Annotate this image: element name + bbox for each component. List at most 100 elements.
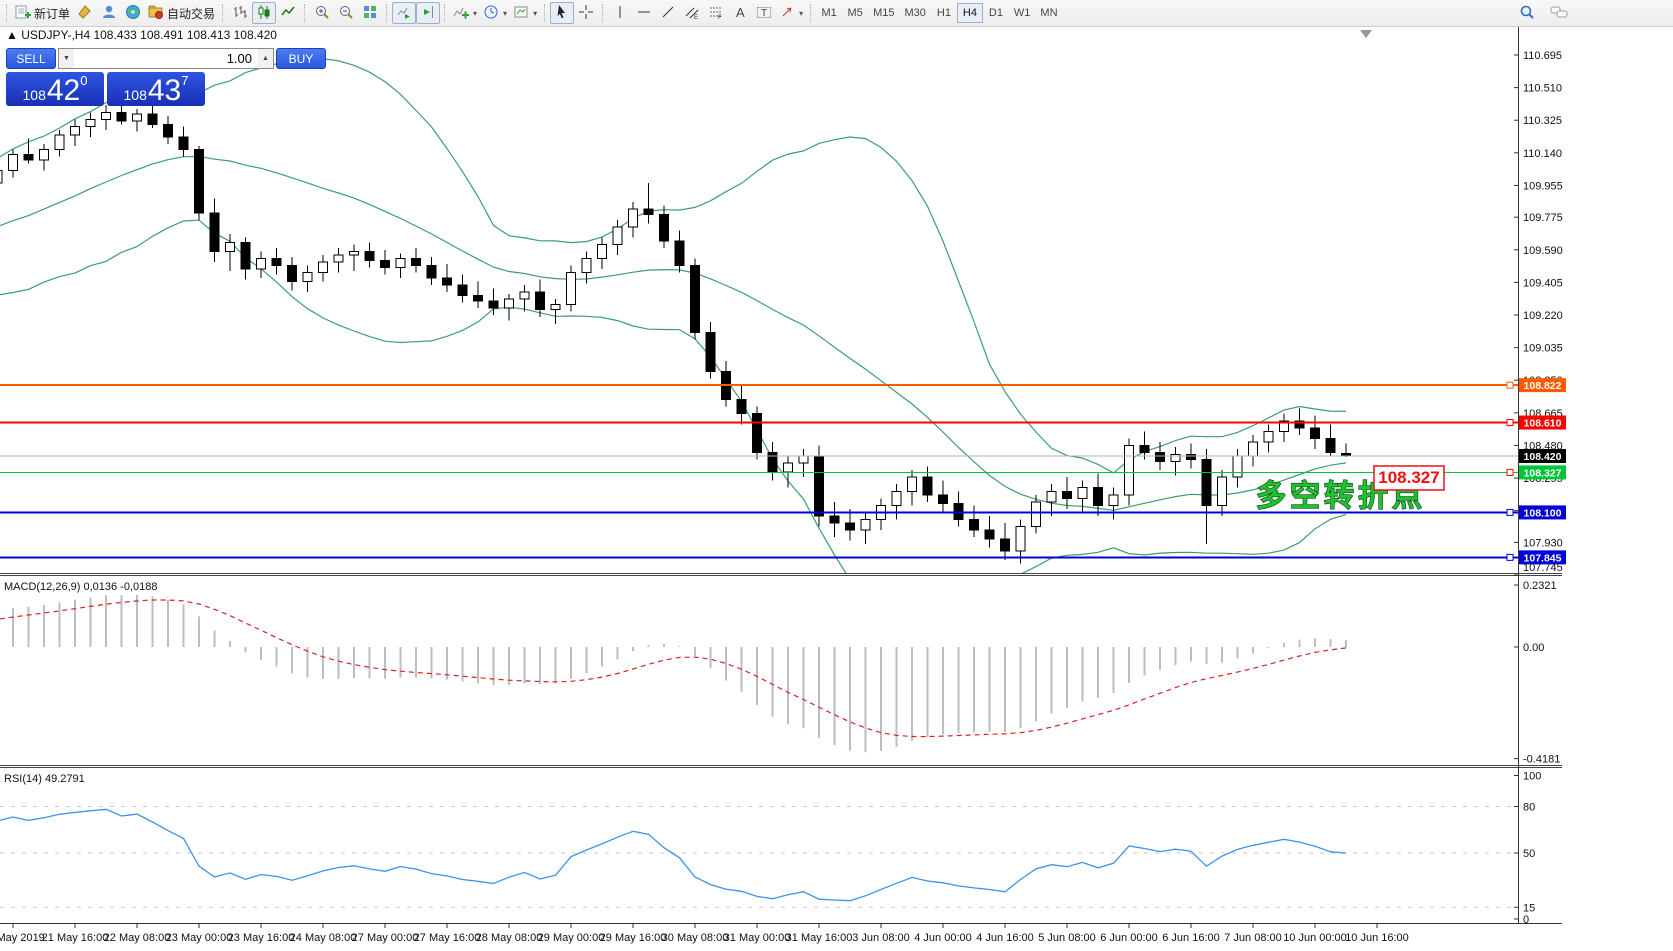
fibonacci-button[interactable]: F [704,2,728,24]
trendline-button[interactable] [656,2,680,24]
bar-chart-button[interactable] [228,2,252,24]
vertical-line-button[interactable] [608,2,632,24]
toolbar-separator [386,4,388,22]
price-tick-label: 109.590 [1523,245,1563,257]
toolbar-separator [444,4,446,22]
volume-up-button[interactable]: ▲ [258,49,273,68]
horizontal-line-icon [636,4,652,23]
crosshair-icon [578,4,594,23]
chat-icon [1550,4,1568,23]
time-tick-label: 21 May 2019 [0,932,45,944]
sell-price-prefix: 108 [23,86,46,105]
zoom-out-button[interactable] [334,2,358,24]
crosshair-button[interactable] [574,2,598,24]
chart-shift-icon [420,4,436,23]
trendline-icon [660,4,676,23]
line-chart-icon [280,4,296,23]
time-tick-label: 29 May 16:00 [600,932,667,944]
time-tick-label: 31 May 00:00 [724,932,791,944]
timeframe-m15[interactable]: M15 [868,3,899,23]
price-tick-label: 110.325 [1523,115,1562,127]
channel-button[interactable]: E [680,2,704,24]
timeframe-d1[interactable]: D1 [983,3,1009,23]
time-tick-label: 21 May 16:00 [42,932,109,944]
time-tick-label: 27 May 00:00 [352,932,419,944]
time-tick-label: 24 May 08:00 [290,932,357,944]
search-button[interactable] [1515,2,1539,24]
volume-input[interactable] [74,49,258,68]
templates-button[interactable]: ▾ [510,2,540,24]
volume-down-button[interactable]: ▼ [59,49,74,68]
time-tick-label: 3 Jun 08:00 [852,932,910,944]
timeframe-m30[interactable]: M30 [900,3,931,23]
price-tick-label: 110.140 [1523,148,1562,160]
price-badge-label: 108.610 [1524,418,1562,430]
signal-button[interactable] [121,2,145,24]
toolbar-separator [222,4,224,22]
zoom-in-icon [314,4,330,23]
arrows-button[interactable]: ▾ [776,2,806,24]
time-tick-label: 4 Jun 00:00 [914,932,972,944]
line-chart-button[interactable] [276,2,300,24]
chevron-down-icon: ▾ [473,9,477,18]
arrows-icon [779,4,795,23]
timeframe-mn[interactable]: MN [1035,3,1062,23]
timeframe-m1[interactable]: M1 [816,3,842,23]
price-tick-label: 110.510 [1523,83,1562,95]
buy-price-box[interactable]: 108 43 7 [107,72,205,106]
cursor-icon [554,4,570,23]
cursor-button[interactable] [550,2,574,24]
auto-scroll-button[interactable] [392,2,416,24]
sell-price-sup: 0 [80,73,87,88]
mt4-window: 新订单 自动交易 ▾ ▾ ▾ [0,0,1673,951]
toolbar-separator [544,4,546,22]
sell-button[interactable]: SELL [6,48,56,69]
chart-shift-button[interactable] [416,2,440,24]
new-order-button[interactable]: 新订单 [12,2,73,24]
buy-button[interactable]: BUY [276,48,326,69]
svg-text:T: T [761,8,767,19]
timeframe-h4[interactable]: H4 [957,3,983,23]
chat-button[interactable] [1547,2,1571,24]
auto-trading-button[interactable]: 自动交易 [145,2,218,24]
time-tick-label: 6 Jun 16:00 [1162,932,1220,944]
timeframe-m5[interactable]: M5 [842,3,868,23]
price-tick-label: 109.035 [1523,343,1563,355]
metaquotes-button[interactable] [73,2,97,24]
price-badge-label: 108.420 [1524,451,1562,463]
zoom-in-button[interactable] [310,2,334,24]
text-label-icon: T [756,4,772,23]
toolbar-separator [810,4,812,22]
chevron-down-icon: ▾ [799,9,803,18]
rsi-tick-label: 100 [1523,771,1541,783]
chart-canvas[interactable]: 110.695110.510110.325110.140109.955109.7… [0,0,1673,951]
time-tick-label: 31 May 16:00 [786,932,853,944]
price-tick-label: 107.930 [1523,537,1563,549]
price-tick-label: 110.695 [1523,50,1562,62]
profile-button[interactable] [97,2,121,24]
candlestick-chart-button[interactable] [252,2,276,24]
tile-windows-button[interactable] [358,2,382,24]
toolbar: 新订单 自动交易 ▾ ▾ ▾ [0,0,1673,27]
sell-price-big: 42 [47,76,80,105]
label-button[interactable]: T [752,2,776,24]
volume-stepper: ▼ ▲ [58,48,274,69]
ohlc-header: ▲ USDJPY-,H4 108.433 108.491 108.413 108… [6,28,277,42]
tile-windows-icon [362,4,378,23]
price-tick-label: 109.955 [1523,180,1563,192]
rsi-tick-label: 15 [1523,902,1535,914]
periods-button[interactable]: ▾ [480,2,510,24]
sell-price-box[interactable]: 108 42 0 [6,72,104,106]
toolbar-separator [304,4,306,22]
new-order-icon [15,4,31,23]
time-tick-label: 29 May 00:00 [538,932,605,944]
text-button[interactable]: A [728,2,752,24]
indicators-button[interactable]: ▾ [450,2,480,24]
timeframe-h1[interactable]: H1 [931,3,957,23]
candlestick-icon [256,4,272,23]
rsi-tick-label: 50 [1523,848,1535,860]
price-tick-label: 109.220 [1523,310,1563,322]
timeframe-w1[interactable]: W1 [1009,3,1036,23]
horizontal-line-button[interactable] [632,2,656,24]
price-badge-label: 108.822 [1524,380,1562,392]
